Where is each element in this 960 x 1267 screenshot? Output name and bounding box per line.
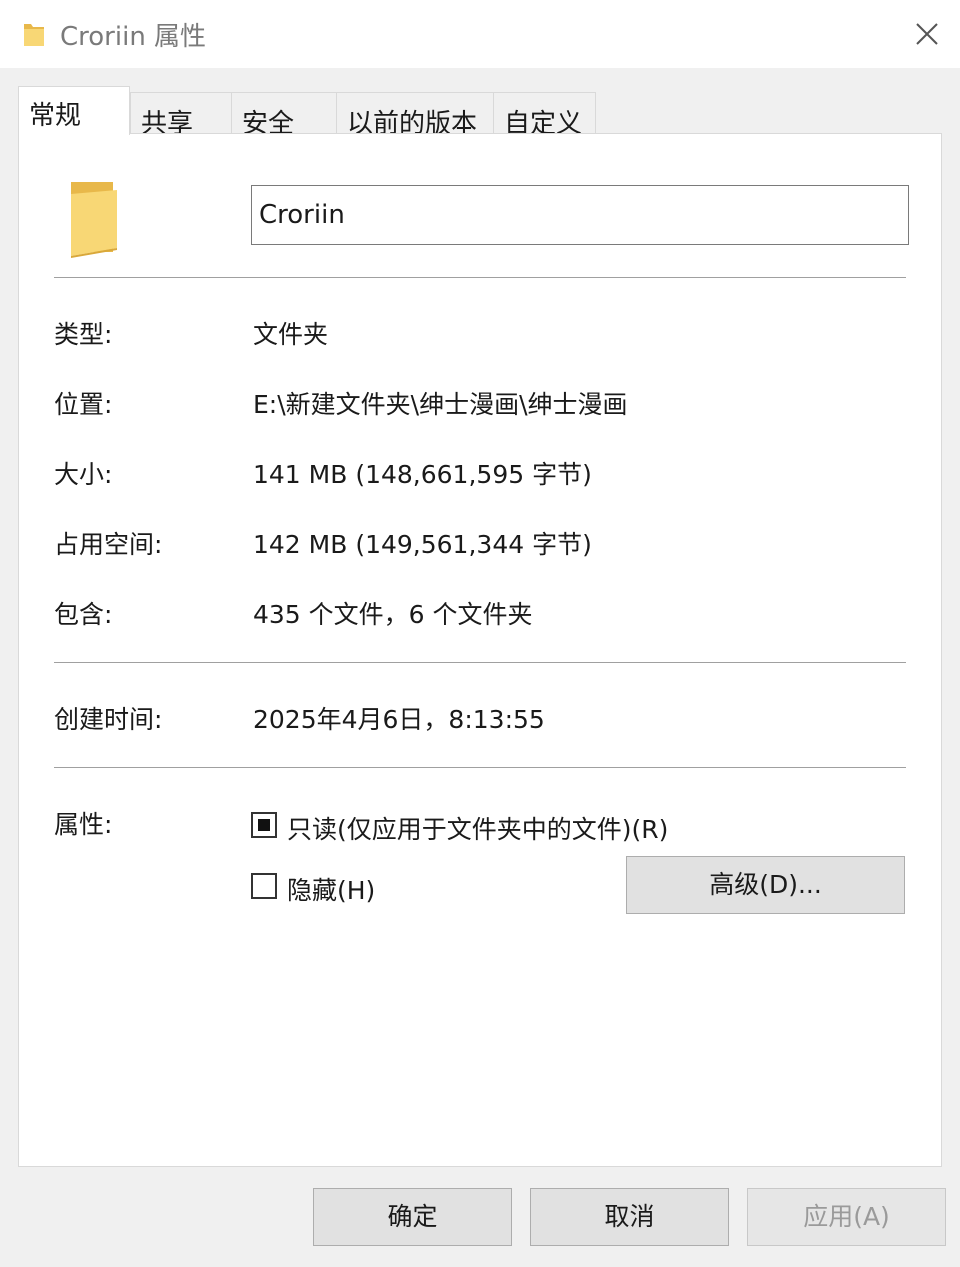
tab-sharing[interactable]: 共享 [130, 92, 232, 139]
hidden-checkbox[interactable] [251, 873, 277, 899]
separator [54, 277, 906, 278]
cancel-button[interactable]: 取消 [530, 1188, 729, 1246]
indeterminate-mark [258, 819, 270, 831]
type-label: 类型: [54, 320, 113, 349]
ok-button[interactable]: 确定 [313, 1188, 512, 1246]
separator [54, 767, 906, 768]
advanced-button[interactable]: 高级(D)... [626, 856, 905, 914]
folder-icon [22, 20, 46, 52]
tab-previous-versions[interactable]: 以前的版本 [336, 92, 494, 139]
created-value: 2025年4月6日，8:13:55 [253, 705, 545, 734]
folder-name-input[interactable] [251, 185, 909, 245]
size-label: 大小: [54, 460, 113, 489]
readonly-checkbox-label[interactable]: 只读(仅应用于文件夹中的文件)(R) [287, 810, 668, 846]
folder-large-icon [67, 176, 121, 264]
readonly-checkbox[interactable] [251, 812, 277, 838]
location-label: 位置: [54, 390, 113, 419]
general-panel: 类型: 文件夹 位置: E:\新建文件夹\绅士漫画\绅士漫画 大小: 141 M… [18, 133, 942, 1167]
tab-general[interactable]: 常规 [18, 86, 130, 135]
window-title: Croriin 属性 [60, 22, 207, 52]
properties-dialog: Croriin 属性 常规 共享 安全 以前的版本 自定义 Croriin 类型… [0, 0, 960, 1267]
size-on-disk-label: 占用空间: [54, 530, 163, 559]
title-bar: Croriin 属性 [0, 0, 960, 68]
separator [54, 662, 906, 663]
size-on-disk-value: 142 MB (149,561,344 字节) [253, 530, 592, 559]
type-value: 文件夹 [253, 320, 329, 349]
contains-value: 435 个文件，6 个文件夹 [253, 600, 533, 629]
size-value: 141 MB (148,661,595 字节) [253, 460, 592, 489]
tab-customize[interactable]: 自定义 [493, 92, 596, 139]
close-icon[interactable] [912, 18, 942, 50]
contains-label: 包含: [54, 600, 113, 629]
location-value: E:\新建文件夹\绅士漫画\绅士漫画 [253, 390, 628, 419]
created-label: 创建时间: [54, 705, 163, 734]
attributes-label: 属性: [54, 810, 113, 839]
apply-button[interactable]: 应用(A) [747, 1188, 946, 1246]
tab-security[interactable]: 安全 [231, 92, 337, 139]
hidden-checkbox-label[interactable]: 隐藏(H) [287, 871, 375, 907]
